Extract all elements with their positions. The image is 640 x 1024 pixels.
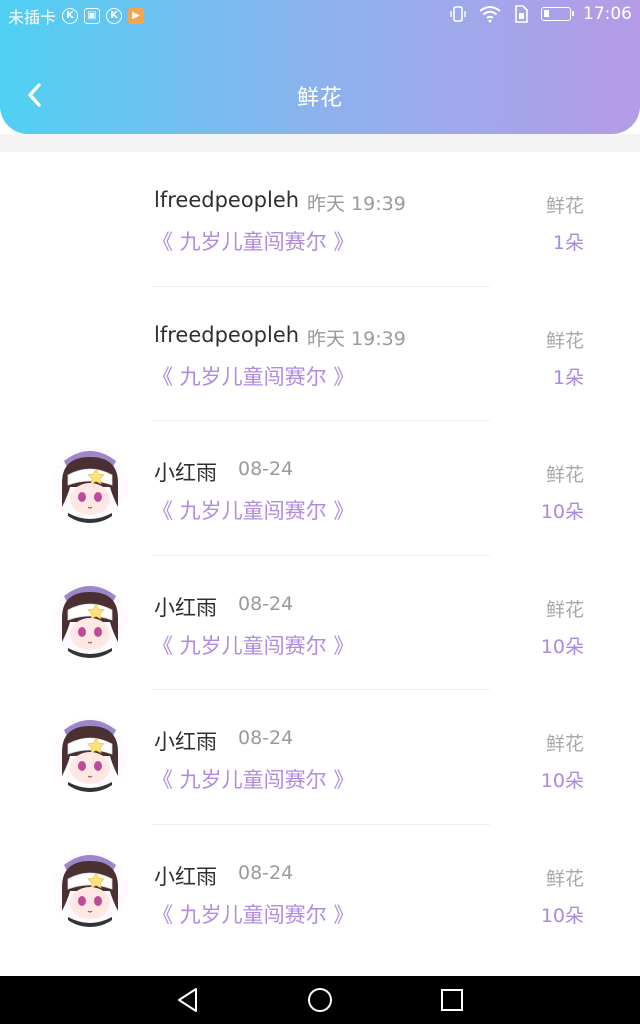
status-right: 17:06: [449, 4, 632, 24]
list-item[interactable]: lfreedpeopleh 昨天 19:39 《 九岁儿童闯赛尔 》 鲜花 1朵: [0, 152, 640, 287]
time-label: 昨天 19:39: [307, 193, 406, 215]
list-item[interactable]: 小红雨 08-24 《 九岁儿童闯赛尔 》 鲜花 10朵: [0, 825, 640, 960]
work-title[interactable]: 《 九岁儿童闯赛尔 》: [152, 495, 354, 525]
work-title[interactable]: 《 九岁儿童闯赛尔 》: [152, 899, 354, 929]
user-name[interactable]: 小红雨: [154, 592, 217, 622]
user-name[interactable]: lfreedpeopleh: [154, 188, 299, 212]
gift-type: 鲜花: [545, 867, 584, 890]
user-name[interactable]: lfreedpeopleh: [154, 323, 299, 347]
system-nav-bar: [0, 976, 640, 1024]
header-spacer: [0, 134, 640, 152]
avatar[interactable]: [52, 850, 128, 927]
list-item[interactable]: 小红雨 08-24 《 九岁儿童闯赛尔 》 鲜花 10朵: [0, 556, 640, 690]
flower-list: lfreedpeopleh 昨天 19:39 《 九岁儿童闯赛尔 》 鲜花 1朵…: [0, 152, 640, 959]
gift-count: 10朵: [540, 635, 584, 658]
play-icon: ▶: [128, 8, 145, 24]
list-item[interactable]: lfreedpeopleh 昨天 19:39 《 九岁儿童闯赛尔 》 鲜花 1朵: [0, 287, 640, 421]
clock: 17:06: [583, 4, 632, 24]
work-title[interactable]: 《 九岁儿童闯赛尔 》: [152, 226, 354, 256]
k-icon: K: [62, 8, 79, 24]
time-label: 昨天 19:39: [307, 327, 406, 350]
carrier-label: 未插卡: [8, 8, 57, 27]
home-circle-icon[interactable]: [306, 986, 334, 1014]
time-label: 08-24: [238, 727, 294, 749]
time-label: 08-24: [238, 861, 294, 884]
gift-type: 鲜花: [545, 329, 584, 352]
page-title: 鲜花: [296, 86, 343, 111]
work-title[interactable]: 《 九岁儿童闯赛尔 》: [152, 764, 354, 794]
battery-icon: [541, 7, 574, 21]
header: 未插卡 K ▣ K ▶ 17:06 鲜花: [0, 0, 640, 134]
avatar[interactable]: [52, 581, 128, 658]
k-icon: K: [106, 8, 123, 24]
gift-count: 10朵: [540, 501, 584, 523]
gift-count: 1朵: [552, 366, 584, 389]
list-item[interactable]: 小红雨 08-24 《 九岁儿童闯赛尔 》 鲜花 10朵: [0, 690, 640, 825]
status-bar: 未插卡 K ▣ K ▶ 17:06: [0, 0, 640, 30]
gift-count: 10朵: [540, 904, 584, 927]
gift-type: 鲜花: [545, 195, 584, 217]
image-icon: ▣: [84, 8, 101, 24]
list-item[interactable]: 小红雨 08-24 《 九岁儿童闯赛尔 》 鲜花 10朵: [0, 421, 640, 556]
gift-count: 1朵: [552, 232, 584, 254]
gift-type: 鲜花: [545, 598, 584, 621]
gift-count: 10朵: [540, 770, 584, 792]
work-title[interactable]: 《 九岁儿童闯赛尔 》: [152, 361, 354, 391]
status-left: 未插卡 K ▣ K ▶: [8, 4, 145, 28]
wifi-icon: [479, 6, 501, 23]
user-name[interactable]: 小红雨: [154, 457, 217, 487]
vibrate-icon: [450, 6, 466, 22]
back-triangle-icon[interactable]: [174, 986, 202, 1014]
sim-icon: [515, 5, 528, 23]
recents-square-icon[interactable]: [438, 986, 466, 1014]
user-name[interactable]: 小红雨: [154, 726, 217, 756]
user-name[interactable]: 小红雨: [154, 861, 217, 891]
gift-type: 鲜花: [545, 733, 584, 755]
gift-type: 鲜花: [545, 464, 584, 486]
screen: 未插卡 K ▣ K ▶ 17:06 鲜花 lfreedpeopleh 昨天 19…: [0, 0, 640, 1024]
time-label: 08-24: [238, 592, 294, 615]
avatar[interactable]: [52, 447, 128, 523]
avatar[interactable]: [52, 716, 128, 792]
work-title[interactable]: 《 九岁儿童闯赛尔 》: [152, 630, 354, 660]
time-label: 08-24: [238, 458, 294, 480]
